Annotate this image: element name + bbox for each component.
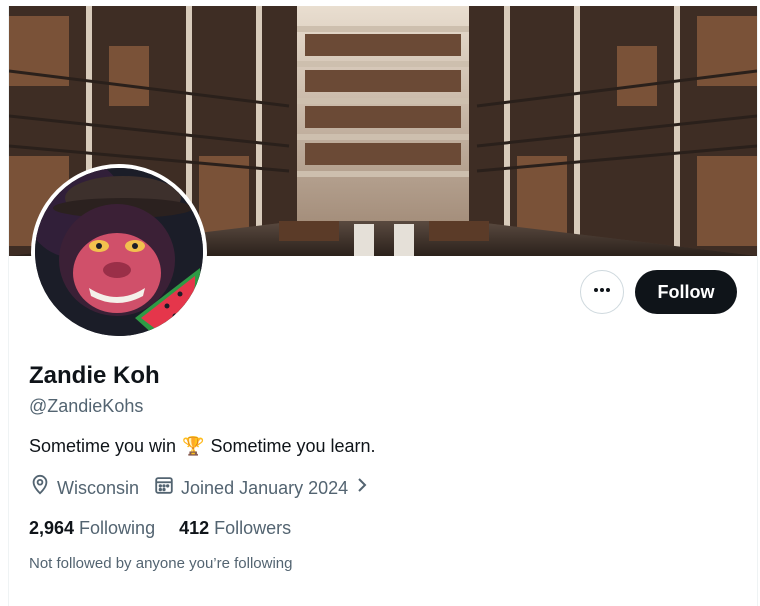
following-count: 2,964 (29, 518, 75, 538)
profile-meta: Wisconsin Joined January 2024 (29, 474, 384, 502)
more-options-button[interactable] (580, 270, 624, 314)
profile-stats: 2,964 Following 412 Followers (29, 516, 291, 540)
joined-text: Joined January 2024 (181, 478, 349, 498)
profile-avatar[interactable] (31, 164, 207, 340)
calendar-icon (153, 474, 175, 502)
follow-button[interactable]: Follow (635, 270, 737, 314)
location-text: Wisconsin (57, 478, 140, 498)
followers-label: Followers (214, 518, 292, 538)
profile-card: Follow Zandie Koh @ZandieKohs Sometime y… (8, 6, 758, 606)
location-item: Wisconsin (29, 474, 139, 502)
followers-link[interactable]: 412 Followers (179, 516, 291, 540)
avatar-image (35, 168, 203, 336)
following-link[interactable]: 2,964 Following (29, 516, 155, 540)
chevron-right-icon (354, 475, 370, 501)
not-followed-notice: Not followed by anyone you’re following (29, 555, 293, 572)
bio-text-part2: Sometime you learn. (210, 436, 376, 456)
user-handle: @ZandieKohs (29, 396, 144, 416)
profile-bio: Sometime you win 🏆 Sometime you learn. (29, 434, 376, 458)
more-dots-icon (592, 280, 612, 305)
trophy-emoji-icon: 🏆 (182, 436, 205, 456)
display-name: Zandie Koh (29, 362, 160, 389)
bio-text-part1: Sometime you win (29, 436, 177, 456)
followers-count: 412 (179, 518, 210, 538)
joined-item[interactable]: Joined January 2024 (153, 474, 370, 502)
location-pin-icon (29, 474, 51, 502)
following-label: Following (79, 518, 156, 538)
